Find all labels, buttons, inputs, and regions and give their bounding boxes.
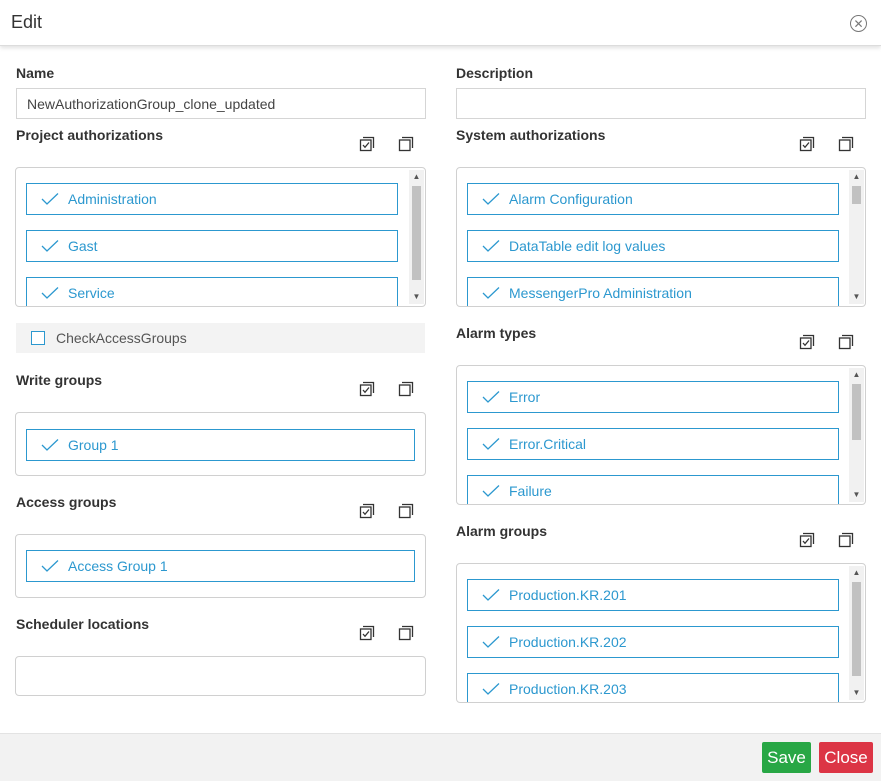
scrollbar[interactable]: ▲ ▼ (849, 170, 864, 304)
list-item-label: Error (509, 389, 541, 405)
scrollbar[interactable]: ▲ ▼ (409, 170, 424, 304)
list-item-label: Access Group 1 (68, 558, 168, 574)
copy-icon[interactable] (838, 532, 854, 548)
list-item-label: Failure (509, 483, 552, 499)
check-icon (482, 240, 500, 252)
list-item-label: Administration (68, 191, 157, 207)
copy-icon[interactable] (398, 503, 414, 519)
scroll-down-arrow-icon[interactable]: ▼ (409, 290, 424, 304)
list-item-label: Service (68, 285, 115, 301)
list-item-messengerpro-administration[interactable]: MessengerPro Administration (467, 277, 839, 306)
close-icon[interactable]: ✕ (850, 15, 867, 32)
check-icon (482, 193, 500, 205)
list-item-service[interactable]: Service (26, 277, 398, 306)
list-item-error-critical[interactable]: Error.Critical (467, 428, 839, 460)
system-authorizations-list: Alarm Configuration DataTable edit log v… (456, 167, 866, 307)
check-icon (482, 438, 500, 450)
check-icon (41, 287, 59, 299)
check-icon (41, 439, 59, 451)
list-item-label: Gast (68, 238, 98, 254)
list-item-label: Production.KR.202 (509, 634, 627, 650)
scheduler-locations-label: Scheduler locations (16, 616, 150, 632)
check-icon (482, 391, 500, 403)
check-access-groups-row[interactable]: CheckAccessGroups (16, 323, 425, 353)
copy-icon[interactable] (398, 381, 414, 397)
system-authorizations-label: System authorizations (456, 127, 606, 143)
select-all-icon[interactable] (799, 136, 815, 152)
select-all-icon[interactable] (359, 503, 375, 519)
scroll-thumb[interactable] (852, 582, 861, 676)
access-groups-list: Access Group 1 (15, 534, 426, 598)
check-icon (41, 193, 59, 205)
select-all-icon[interactable] (799, 532, 815, 548)
list-item-administration[interactable]: Administration (26, 183, 398, 215)
list-item-label: Error.Critical (509, 436, 587, 452)
check-icon (482, 636, 500, 648)
list-item-production-kr-201[interactable]: Production.KR.201 (467, 579, 839, 611)
copy-icon[interactable] (398, 136, 414, 152)
scroll-thumb[interactable] (852, 384, 861, 440)
scroll-up-arrow-icon[interactable]: ▲ (849, 368, 864, 382)
alarm-groups-list: Production.KR.201 Production.KR.202 Prod… (456, 563, 866, 703)
list-item-error[interactable]: Error (467, 381, 839, 413)
list-item-label: MessengerPro Administration (509, 285, 692, 301)
select-all-icon[interactable] (359, 625, 375, 641)
list-item-production-kr-202[interactable]: Production.KR.202 (467, 626, 839, 658)
dialog-title: Edit (11, 12, 43, 32)
scheduler-locations-list[interactable] (15, 656, 426, 696)
dialog-footer: Save Close (0, 733, 881, 781)
alarm-groups-label: Alarm groups (456, 523, 548, 539)
list-item-label: DataTable edit log values (509, 238, 666, 254)
access-groups-label: Access groups (16, 494, 117, 510)
scroll-down-arrow-icon[interactable]: ▼ (849, 290, 864, 304)
alarm-types-label: Alarm types (456, 325, 537, 341)
select-all-icon[interactable] (359, 381, 375, 397)
list-item-label: Production.KR.203 (509, 681, 627, 697)
copy-icon[interactable] (398, 625, 414, 641)
scroll-thumb[interactable] (412, 186, 421, 280)
scroll-up-arrow-icon[interactable]: ▲ (849, 170, 864, 184)
check-icon (482, 485, 500, 497)
write-groups-label: Write groups (16, 372, 103, 388)
description-input[interactable] (456, 88, 866, 119)
list-item-label: Alarm Configuration (509, 191, 633, 207)
scrollbar[interactable]: ▲ ▼ (849, 368, 864, 502)
list-item-datatable-edit-log-values[interactable]: DataTable edit log values (467, 230, 839, 262)
select-all-icon[interactable] (359, 136, 375, 152)
check-icon (41, 240, 59, 252)
copy-icon[interactable] (838, 136, 854, 152)
check-icon (482, 287, 500, 299)
list-item-production-kr-203[interactable]: Production.KR.203 (467, 673, 839, 702)
dialog-header: Edit ✕ (0, 0, 881, 46)
scroll-up-arrow-icon[interactable]: ▲ (849, 566, 864, 580)
list-item-label: Production.KR.201 (509, 587, 627, 603)
check-access-groups-checkbox[interactable] (31, 331, 45, 345)
list-item-failure[interactable]: Failure (467, 475, 839, 504)
project-authorizations-label: Project authorizations (16, 127, 164, 143)
close-button[interactable]: Close (819, 742, 873, 773)
scroll-down-arrow-icon[interactable]: ▼ (849, 686, 864, 700)
list-item-label: Group 1 (68, 437, 119, 453)
copy-icon[interactable] (838, 334, 854, 350)
name-label: Name (16, 65, 55, 81)
check-icon (482, 589, 500, 601)
check-access-groups-label: CheckAccessGroups (56, 330, 187, 346)
list-item-access-group-1[interactable]: Access Group 1 (26, 550, 415, 582)
scroll-down-arrow-icon[interactable]: ▼ (849, 488, 864, 502)
scrollbar[interactable]: ▲ ▼ (849, 566, 864, 700)
list-item-alarm-configuration[interactable]: Alarm Configuration (467, 183, 839, 215)
list-item-gast[interactable]: Gast (26, 230, 398, 262)
select-all-icon[interactable] (799, 334, 815, 350)
alarm-types-list: Error Error.Critical Failure ▲ ▼ (456, 365, 866, 505)
scroll-thumb[interactable] (852, 186, 861, 204)
project-authorizations-list: Administration Gast Service ▲ ▼ (15, 167, 426, 307)
name-input[interactable] (16, 88, 426, 119)
save-button[interactable]: Save (762, 742, 811, 773)
description-label: Description (456, 65, 534, 81)
check-icon (41, 560, 59, 572)
list-item-group-1[interactable]: Group 1 (26, 429, 415, 461)
check-icon (482, 683, 500, 695)
scroll-up-arrow-icon[interactable]: ▲ (409, 170, 424, 184)
write-groups-list: Group 1 (15, 412, 426, 476)
